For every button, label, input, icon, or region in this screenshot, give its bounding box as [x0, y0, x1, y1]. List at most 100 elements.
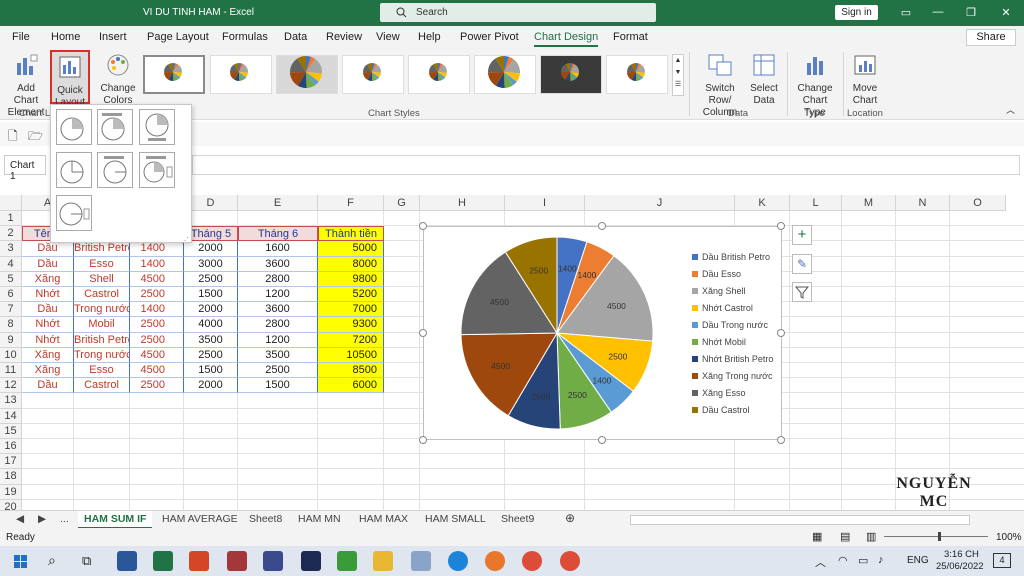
firefox-icon[interactable]	[485, 551, 505, 571]
table-cell[interactable]: Castrol	[74, 287, 130, 303]
new-file-icon[interactable]: 🗋	[8, 127, 18, 148]
column-header[interactable]: I	[505, 195, 585, 211]
table-cell[interactable]: 1200	[238, 332, 318, 348]
table-cell[interactable]: 4500	[130, 271, 184, 287]
select-data-button[interactable]: Select Data	[746, 53, 782, 107]
table-cell[interactable]: 2500	[184, 347, 238, 363]
resize-handle[interactable]	[777, 436, 785, 444]
layout-4-thumb[interactable]	[56, 152, 92, 188]
access-icon[interactable]	[227, 551, 247, 571]
clock-time[interactable]: 3:16 CH	[944, 549, 979, 560]
table-cell[interactable]: Tháng 5	[184, 226, 238, 242]
table-cell[interactable]: 1600	[238, 241, 318, 257]
column-header[interactable]: D	[184, 195, 238, 211]
table-cell[interactable]: Dầu	[22, 302, 74, 318]
column-header[interactable]: L	[790, 195, 842, 211]
table-cell[interactable]: 1500	[238, 378, 318, 394]
table-cell[interactable]: Thành tiền	[318, 226, 384, 242]
table-cell[interactable]: 1500	[184, 363, 238, 379]
resize-handle[interactable]	[419, 329, 427, 337]
share-button[interactable]: Share	[966, 29, 1016, 46]
sheet-tab-ham-sum-if[interactable]: HAM SUM IF	[78, 511, 153, 529]
table-cell[interactable]: 2000	[184, 302, 238, 318]
row-header[interactable]: 18	[0, 469, 22, 485]
column-header[interactable]: H	[420, 195, 505, 211]
row-header[interactable]: 16	[0, 439, 22, 455]
table-cell[interactable]: 8000	[318, 256, 384, 272]
row-header[interactable]: 13	[0, 393, 22, 409]
table-cell[interactable]: 2500	[130, 317, 184, 333]
tab-data[interactable]: Data	[284, 31, 307, 43]
table-cell[interactable]: Esso	[74, 256, 130, 272]
tab-insert[interactable]: Insert	[99, 31, 127, 43]
chart-elements-button[interactable]: +	[792, 225, 812, 245]
sheet-tab-sheet9[interactable]: Sheet9	[501, 513, 534, 525]
table-cell[interactable]: Castrol	[74, 378, 130, 394]
edge-icon[interactable]	[448, 551, 468, 571]
camtasia-icon[interactable]	[337, 551, 357, 571]
table-cell[interactable]: 1400	[130, 256, 184, 272]
table-cell[interactable]: 9800	[318, 271, 384, 287]
next-sheet-icon[interactable]: ▶	[38, 513, 46, 525]
table-cell[interactable]: 4500	[130, 363, 184, 379]
tab-home[interactable]: Home	[51, 31, 80, 43]
table-cell[interactable]: Nhớt	[22, 332, 74, 348]
table-cell[interactable]: Shell	[74, 271, 130, 287]
move-chart-button[interactable]: Move Chart	[847, 53, 883, 107]
tab-page-layout[interactable]: Page Layout	[147, 31, 209, 43]
formula-input[interactable]	[192, 155, 1020, 175]
table-cell[interactable]: 2500	[238, 363, 318, 379]
table-cell[interactable]: 3000	[184, 256, 238, 272]
collapse-ribbon-icon[interactable]: ︿	[1006, 104, 1015, 116]
row-header[interactable]: 1	[0, 211, 22, 227]
row-header[interactable]: 9	[0, 332, 22, 348]
table-cell[interactable]: 1400	[130, 302, 184, 318]
table-cell[interactable]: Tháng 6	[238, 226, 318, 242]
column-header[interactable]: K	[735, 195, 790, 211]
row-header[interactable]: 3	[0, 241, 22, 257]
notification-icon[interactable]: 4	[993, 553, 1011, 568]
tab-power-pivot[interactable]: Power Pivot	[460, 31, 519, 43]
tab-chart-design[interactable]: Chart Design	[534, 31, 599, 47]
sheet-tab-ham-average[interactable]: HAM AVERAGE	[162, 513, 238, 525]
table-cell[interactable]: 8500	[318, 363, 384, 379]
table-cell[interactable]: 4500	[130, 347, 184, 363]
column-header[interactable]: O	[950, 195, 1006, 211]
styles-scroll[interactable]: ▲ ▼ ☰	[672, 54, 684, 96]
table-cell[interactable]: British Petro	[74, 332, 130, 348]
tab-file[interactable]: File	[12, 31, 30, 43]
photoshop-icon[interactable]	[301, 551, 321, 571]
onenote-icon[interactable]	[263, 551, 283, 571]
wifi-icon[interactable]: ◠	[838, 554, 848, 567]
row-header[interactable]: 10	[0, 347, 22, 363]
table-cell[interactable]: 4000	[184, 317, 238, 333]
table-cell[interactable]: 2500	[184, 271, 238, 287]
resize-handle[interactable]	[419, 436, 427, 444]
task-view-icon[interactable]: ⧉	[82, 553, 91, 569]
sheet-tab-ham-small[interactable]: HAM SMALL	[425, 513, 486, 525]
ribbon-display-icon[interactable]: ▭	[896, 6, 916, 19]
table-cell[interactable]: 2500	[130, 378, 184, 394]
table-cell[interactable]: 7000	[318, 302, 384, 318]
row-header[interactable]: 2	[0, 226, 22, 242]
table-cell[interactable]: 2800	[238, 271, 318, 287]
table-cell[interactable]: 5200	[318, 287, 384, 303]
name-box[interactable]: Chart 1	[4, 155, 46, 182]
table-cell[interactable]: Dầu	[22, 256, 74, 272]
layout-5-thumb[interactable]	[97, 152, 133, 188]
tray-chevron-icon[interactable]: ︿	[815, 554, 826, 570]
zoom-thumb[interactable]	[938, 532, 941, 541]
table-cell[interactable]: 7200	[318, 332, 384, 348]
horizontal-scrollbar[interactable]	[630, 515, 970, 525]
chrome-profile-icon[interactable]	[560, 551, 580, 571]
row-header[interactable]: 8	[0, 317, 22, 333]
table-cell[interactable]: 5000	[318, 241, 384, 257]
resize-grip-icon[interactable]: ⋰	[181, 236, 189, 245]
quick-layout-button[interactable]: Quick Layout	[50, 50, 90, 108]
row-header[interactable]: 7	[0, 302, 22, 318]
sheet-tab-ham-max[interactable]: HAM MAX	[359, 513, 408, 525]
clock-date[interactable]: 25/06/2022	[936, 561, 984, 572]
table-cell[interactable]: 2500	[130, 287, 184, 303]
table-cell[interactable]: Nhớt	[22, 317, 74, 333]
normal-view-icon[interactable]: ▦	[812, 530, 822, 543]
